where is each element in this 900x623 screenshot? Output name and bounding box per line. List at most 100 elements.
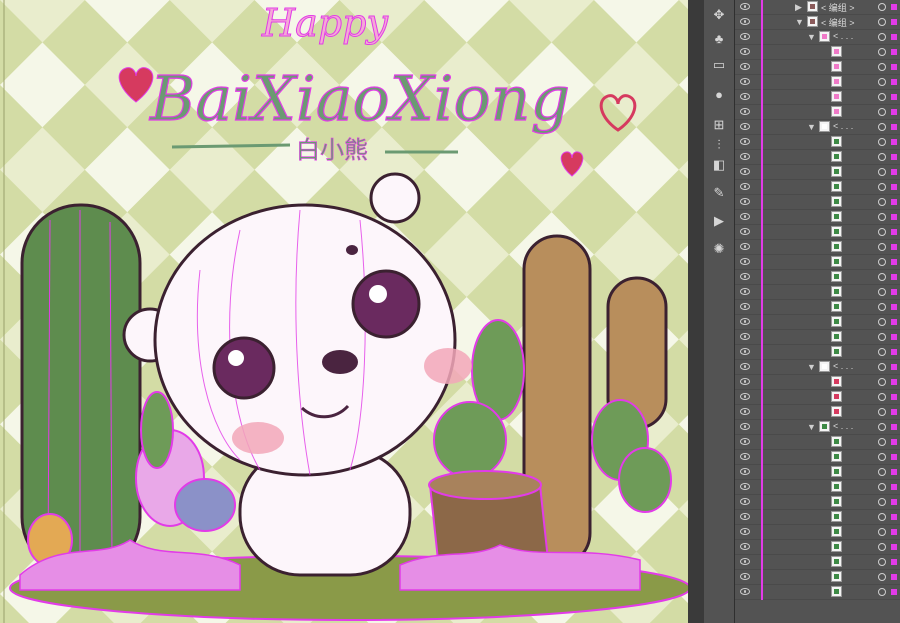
selection-square-icon[interactable]: [891, 589, 897, 595]
layer-row[interactable]: [735, 255, 900, 270]
selection-square-icon[interactable]: [891, 334, 897, 340]
target-circle-icon[interactable]: [878, 63, 886, 71]
visibility-eye-icon[interactable]: [740, 438, 750, 445]
selection-square-icon[interactable]: [891, 304, 897, 310]
target-circle-icon[interactable]: [878, 18, 886, 26]
layer-row[interactable]: [735, 540, 900, 555]
selection-square-icon[interactable]: [891, 349, 897, 355]
visibility-eye-icon[interactable]: [740, 483, 750, 490]
layer-row[interactable]: [735, 570, 900, 585]
target-circle-icon[interactable]: [878, 243, 886, 251]
target-circle-icon[interactable]: [878, 303, 886, 311]
layer-row[interactable]: ▼ < 编组 >: [735, 15, 900, 30]
visibility-eye-icon[interactable]: [740, 393, 750, 400]
visibility-eye-icon[interactable]: [740, 243, 750, 250]
visibility-eye-icon[interactable]: [740, 93, 750, 100]
target-circle-icon[interactable]: [878, 78, 886, 86]
visibility-eye-icon[interactable]: [740, 213, 750, 220]
target-circle-icon[interactable]: [878, 333, 886, 341]
layer-row[interactable]: [735, 105, 900, 120]
selection-square-icon[interactable]: [891, 79, 897, 85]
target-circle-icon[interactable]: [878, 558, 886, 566]
selection-square-icon[interactable]: [891, 559, 897, 565]
selection-square-icon[interactable]: [891, 469, 897, 475]
target-circle-icon[interactable]: [878, 48, 886, 56]
target-circle-icon[interactable]: [878, 393, 886, 401]
play-icon[interactable]: ▶: [710, 212, 728, 230]
collapse-arrow-icon[interactable]: ▼: [807, 362, 816, 372]
collapse-arrow-icon[interactable]: ▼: [807, 122, 816, 132]
visibility-eye-icon[interactable]: [740, 498, 750, 505]
collapse-arrow-icon[interactable]: ▼: [807, 32, 816, 42]
target-circle-icon[interactable]: [878, 228, 886, 236]
visibility-eye-icon[interactable]: [740, 78, 750, 85]
swatch-icon[interactable]: ▭: [710, 56, 728, 74]
layer-row[interactable]: [735, 555, 900, 570]
visibility-eye-icon[interactable]: [740, 348, 750, 355]
visibility-eye-icon[interactable]: [740, 363, 750, 370]
selection-square-icon[interactable]: [891, 49, 897, 55]
layer-row[interactable]: [735, 390, 900, 405]
collapse-arrow-icon[interactable]: ▼: [795, 17, 804, 27]
target-circle-icon[interactable]: [878, 258, 886, 266]
selection-square-icon[interactable]: [891, 109, 897, 115]
visibility-eye-icon[interactable]: [740, 123, 750, 130]
layer-row[interactable]: [735, 375, 900, 390]
layer-row[interactable]: [735, 585, 900, 600]
layer-row[interactable]: [735, 225, 900, 240]
selection-square-icon[interactable]: [891, 64, 897, 70]
target-circle-icon[interactable]: [878, 438, 886, 446]
layer-name[interactable]: < . . .: [833, 121, 853, 131]
layer-row[interactable]: [735, 405, 900, 420]
target-circle-icon[interactable]: [878, 498, 886, 506]
visibility-eye-icon[interactable]: [740, 198, 750, 205]
artboard[interactable]: Happy BaiXiaoXiong 白小熊: [0, 0, 688, 623]
layer-row[interactable]: [735, 210, 900, 225]
visibility-eye-icon[interactable]: [740, 153, 750, 160]
target-circle-icon[interactable]: [878, 288, 886, 296]
selection-square-icon[interactable]: [891, 19, 897, 25]
selection-square-icon[interactable]: [891, 274, 897, 280]
target-circle-icon[interactable]: [878, 123, 886, 131]
selection-square-icon[interactable]: [891, 94, 897, 100]
selection-square-icon[interactable]: [891, 529, 897, 535]
expand-arrow-icon[interactable]: ▶: [795, 2, 802, 13]
visibility-eye-icon[interactable]: [740, 588, 750, 595]
layer-name[interactable]: < 编组 >: [821, 1, 855, 14]
layer-row[interactable]: ▼ < . . .: [735, 420, 900, 435]
layer-row[interactable]: [735, 90, 900, 105]
layer-name[interactable]: < . . .: [833, 361, 853, 371]
visibility-eye-icon[interactable]: [740, 423, 750, 430]
selection-square-icon[interactable]: [891, 244, 897, 250]
visibility-eye-icon[interactable]: [740, 543, 750, 550]
target-circle-icon[interactable]: [878, 408, 886, 416]
target-circle-icon[interactable]: [878, 528, 886, 536]
layer-row[interactable]: [735, 240, 900, 255]
puppet-warp-icon[interactable]: ✥: [710, 6, 728, 24]
selection-square-icon[interactable]: [891, 199, 897, 205]
visibility-eye-icon[interactable]: [740, 183, 750, 190]
layer-row[interactable]: [735, 510, 900, 525]
selection-square-icon[interactable]: [891, 124, 897, 130]
visibility-eye-icon[interactable]: [740, 258, 750, 265]
visibility-eye-icon[interactable]: [740, 48, 750, 55]
visibility-eye-icon[interactable]: [740, 558, 750, 565]
visibility-eye-icon[interactable]: [740, 573, 750, 580]
target-circle-icon[interactable]: [878, 213, 886, 221]
layer-row[interactable]: [735, 300, 900, 315]
layer-row[interactable]: [735, 150, 900, 165]
canvas-area[interactable]: Happy BaiXiaoXiong 白小熊: [0, 0, 688, 623]
visibility-eye-icon[interactable]: [740, 528, 750, 535]
target-circle-icon[interactable]: [878, 573, 886, 581]
visibility-eye-icon[interactable]: [740, 333, 750, 340]
selection-square-icon[interactable]: [891, 394, 897, 400]
target-circle-icon[interactable]: [878, 3, 886, 11]
selection-square-icon[interactable]: [891, 184, 897, 190]
visibility-eye-icon[interactable]: [740, 318, 750, 325]
layer-row[interactable]: [735, 435, 900, 450]
target-circle-icon[interactable]: [878, 348, 886, 356]
align-icon[interactable]: ⊞: [710, 116, 728, 134]
visibility-eye-icon[interactable]: [740, 228, 750, 235]
target-circle-icon[interactable]: [878, 588, 886, 596]
selection-square-icon[interactable]: [891, 34, 897, 40]
